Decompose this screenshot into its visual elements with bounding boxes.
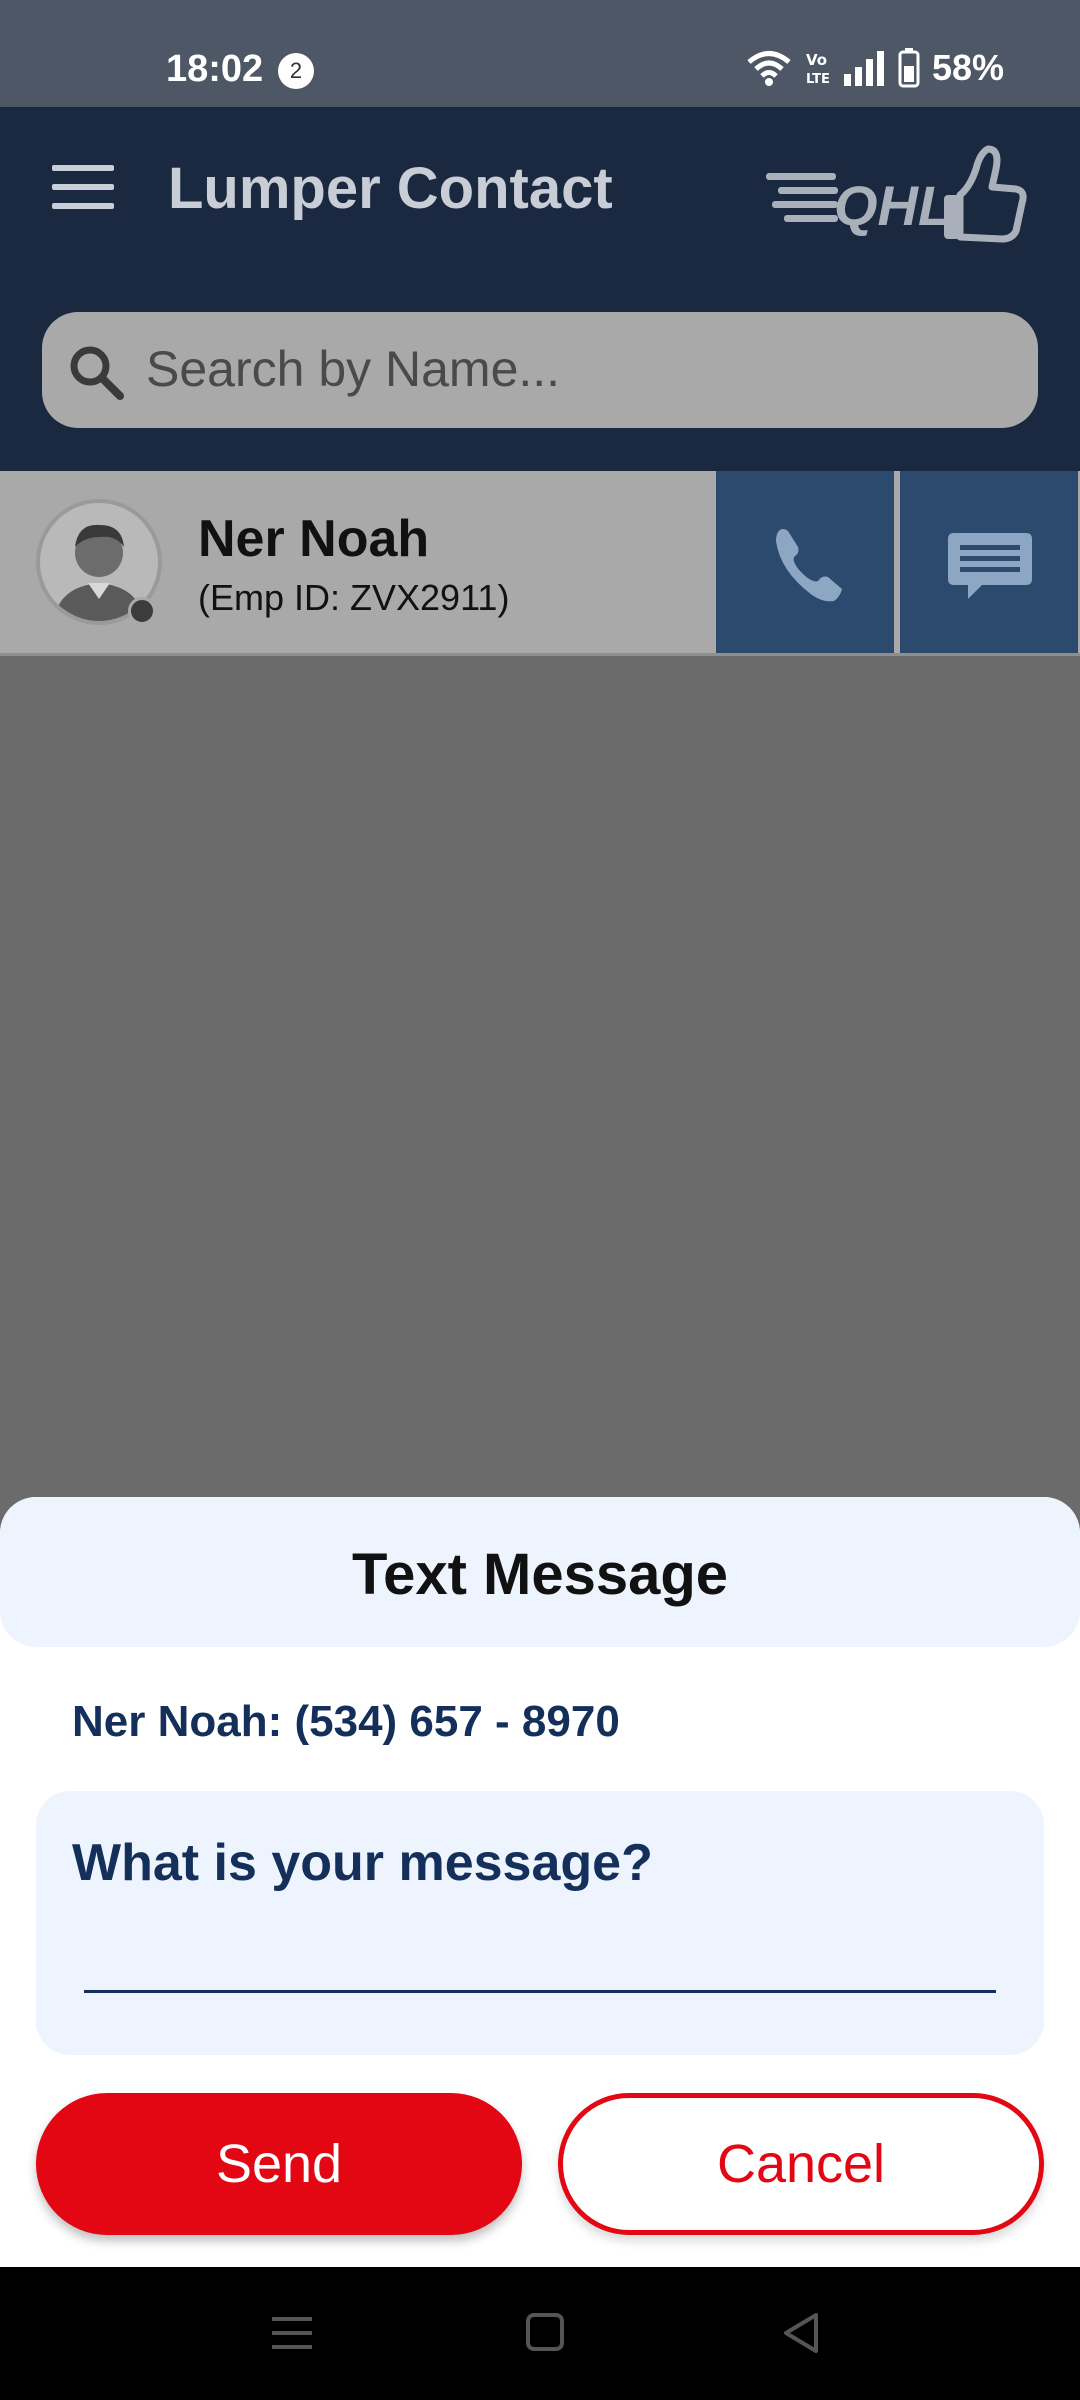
menu-icon[interactable] [52, 165, 114, 211]
message-label: What is your message? [72, 1834, 653, 1892]
status-icons: Vo LTE 58% [746, 46, 1004, 90]
message-card: What is your message? [36, 1791, 1044, 2055]
dialog-header: Text Message [0, 1497, 1080, 1647]
message-input[interactable] [84, 1921, 996, 1993]
notification-badge: 2 [278, 53, 314, 89]
contact-emp-id: (Emp ID: ZVX2911) [198, 577, 510, 618]
volte-icon: Vo LTE [806, 51, 830, 87]
list-item[interactable]: Ner Noah (Emp ID: ZVX2911) [0, 471, 1080, 656]
search-icon [70, 346, 124, 400]
system-nav-bar [0, 2267, 1080, 2400]
send-button[interactable]: Send [36, 2093, 522, 2235]
page-title: Lumper Contact [168, 156, 613, 221]
status-bar: 18:02 2 Vo LTE 58% [0, 0, 1080, 107]
company-logo: QHL [766, 145, 1027, 243]
recipient-label: Ner Noah: (534) 657 - 8970 [72, 1697, 620, 1746]
nav-back-icon[interactable] [774, 2307, 834, 2359]
svg-text:Vo: Vo [806, 51, 827, 69]
app-header: Lumper Contact QHL [0, 107, 1080, 471]
nav-home-icon[interactable] [514, 2307, 574, 2359]
message-icon [948, 533, 1032, 599]
call-button[interactable] [716, 471, 894, 653]
dialog-title: Text Message [351, 1542, 729, 1607]
text-message-dialog: Text Message Ner Noah: (534) 657 - 8970 … [0, 1497, 1080, 2267]
contact-name: Ner Noah [198, 510, 430, 568]
battery-icon [898, 48, 920, 88]
status-time: 18:02 [166, 48, 264, 90]
search-input[interactable] [146, 334, 1006, 404]
battery-percentage: 58% [931, 47, 1004, 88]
message-button[interactable] [900, 471, 1078, 653]
cancel-button[interactable]: Cancel [558, 2093, 1044, 2235]
svg-text:LTE: LTE [806, 72, 830, 87]
search-box[interactable] [42, 312, 1038, 428]
nav-menu-icon[interactable] [264, 2307, 324, 2359]
phone-icon [776, 529, 842, 602]
signal-icon [843, 51, 884, 86]
logo-text: QHL [834, 174, 952, 237]
status-dot [128, 597, 156, 625]
wifi-icon [747, 51, 791, 86]
